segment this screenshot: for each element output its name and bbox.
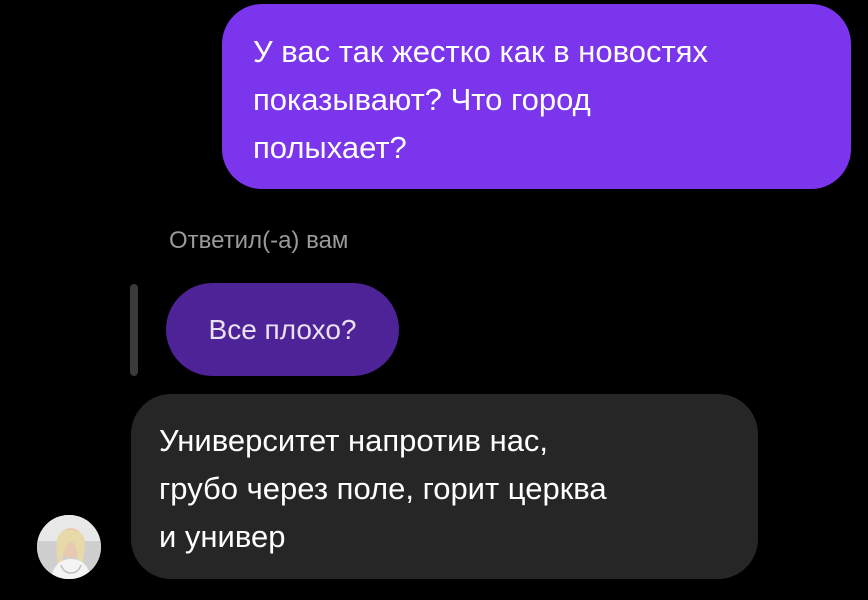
reply-indicator-bar bbox=[130, 284, 138, 376]
incoming-message-line-1: Университет напротив нас, bbox=[159, 423, 549, 458]
reply-label: Ответил(-а) вам bbox=[169, 227, 349, 254]
outgoing-message-line-2: показывают? Что город bbox=[253, 82, 591, 117]
incoming-message-line-2: грубо через поле, горит церква bbox=[159, 471, 607, 506]
outgoing-message-bubble[interactable]: У вас так жестко как в новостях показыва… bbox=[222, 4, 851, 189]
quoted-message-bubble[interactable]: Все плохо? bbox=[166, 283, 399, 376]
user-avatar-photo-icon bbox=[37, 515, 101, 579]
sender-avatar[interactable] bbox=[37, 515, 101, 579]
quoted-message-text: Все плохо? bbox=[208, 313, 357, 345]
outgoing-message-line-1: У вас так жестко как в новостях bbox=[253, 34, 708, 69]
outgoing-message-line-3: полыхает? bbox=[253, 130, 407, 165]
incoming-message-bubble[interactable]: Университет напротив нас, грубо через по… bbox=[131, 394, 758, 579]
incoming-message-line-3: и универ bbox=[159, 519, 286, 554]
